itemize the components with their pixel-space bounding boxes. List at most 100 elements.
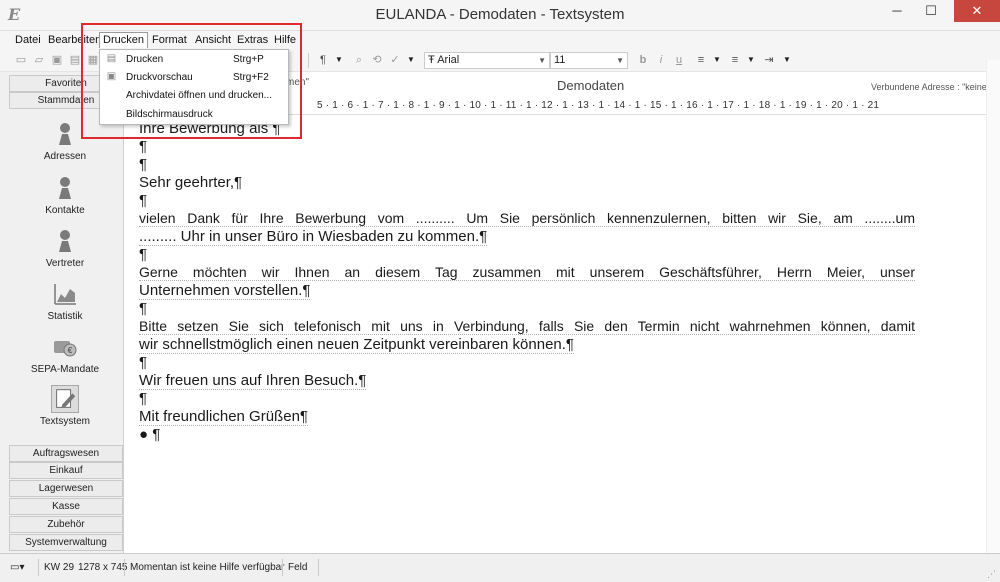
replace-icon[interactable]: ⟲ bbox=[370, 53, 384, 67]
sidebar-item-label: Adressen bbox=[43, 151, 87, 162]
chevron-down-icon[interactable]: ▼ bbox=[332, 53, 346, 67]
chevron-down-icon: ▼ bbox=[538, 56, 546, 65]
document-line: Mit freundlichen Grüßen¶ bbox=[139, 408, 308, 426]
document-line: Bitte setzen Sie sich telefonisch mit un… bbox=[139, 318, 915, 335]
sidebar-tab-systemverwaltung[interactable]: Systemverwaltung bbox=[9, 534, 123, 551]
italic-icon[interactable]: i bbox=[654, 53, 668, 67]
font-size-select[interactable]: 11 ▼ bbox=[550, 52, 628, 69]
status-bar: ▭▾ KW 29 1278 x 745 Momentan ist keine H… bbox=[0, 553, 1000, 582]
chevron-down-icon[interactable]: ▼ bbox=[404, 53, 418, 67]
menu-hilfe[interactable]: Hilfe bbox=[274, 34, 296, 46]
align-left-icon[interactable]: ≡ bbox=[694, 53, 708, 67]
menu-item-druckvorschau[interactable]: ▣ Druckvorschau Strg+F2 bbox=[100, 69, 288, 87]
pilcrow-toggle-icon[interactable]: ¶ bbox=[316, 53, 330, 67]
menu-item-archivdatei[interactable]: Archivdatei öffnen und drucken... bbox=[100, 87, 288, 105]
document-line: Wir freuen uns auf Ihren Besuch.¶ bbox=[139, 372, 367, 390]
search-icon[interactable]: ⌕ bbox=[352, 53, 366, 67]
title-bar: E EULANDA - Demodaten - Textsystem ─ ☐ ✕ bbox=[0, 0, 1000, 31]
font-family-select[interactable]: Ŧ Arial ▼ bbox=[424, 52, 550, 69]
chevron-down-icon[interactable]: ▼ bbox=[744, 53, 758, 67]
print-icon[interactable]: ▦ bbox=[86, 53, 100, 67]
pencil-icon bbox=[51, 385, 79, 413]
menu-format[interactable]: Format bbox=[152, 34, 187, 46]
sidebar-tab-auftragswesen[interactable]: Auftragswesen bbox=[9, 445, 123, 462]
document-line: ¶ bbox=[139, 138, 148, 155]
chevron-down-icon: ▼ bbox=[616, 56, 624, 65]
document-line: vielen Dank für Ihre Bewerbung vom .....… bbox=[139, 210, 915, 227]
sidebar-item-label: Vertreter bbox=[45, 258, 85, 269]
screen-resolution: 1278 x 745 bbox=[78, 562, 128, 573]
close-button[interactable]: ✕ bbox=[954, 0, 1000, 22]
sidebar-tab-einkauf[interactable]: Einkauf bbox=[9, 462, 123, 479]
sidebar-item-textsystem[interactable]: Textsystem bbox=[20, 385, 110, 427]
calendar-week: KW 29 bbox=[44, 562, 75, 573]
document-line: Gerne möchten wir Ihnen an diesem Tag zu… bbox=[139, 264, 915, 281]
sidebar-item-label: SEPA-Mandate bbox=[30, 364, 100, 375]
document-line: ......... Uhr in unser Büro in Wiesbaden… bbox=[139, 228, 488, 246]
document-line: ¶ bbox=[139, 390, 148, 407]
sidebar-item-vertreter[interactable]: Vertreter bbox=[20, 227, 110, 269]
menu-item-drucken[interactable]: ▤ Drucken Strg+P bbox=[100, 51, 288, 69]
print-preview-icon: ▣ bbox=[106, 71, 117, 82]
chevron-down-icon[interactable]: ▼ bbox=[780, 53, 794, 67]
menu-drucken[interactable]: Drucken bbox=[99, 32, 148, 48]
document-line: Unternehmen vorstellen.¶ bbox=[139, 282, 311, 300]
document-line: wir schnellstmöglich einen neuen Zeitpun… bbox=[139, 336, 574, 354]
pawn-icon bbox=[59, 230, 71, 252]
chevron-down-icon[interactable]: ▼ bbox=[710, 53, 724, 67]
toolbar-separator bbox=[308, 53, 309, 68]
document-line: ¶ bbox=[139, 192, 148, 209]
printer-icon: ▤ bbox=[106, 53, 117, 64]
sidebar-tab-lagerwesen[interactable]: Lagerwesen bbox=[9, 480, 123, 497]
sidebar-item-label: Statistik bbox=[47, 311, 83, 322]
chart-icon bbox=[54, 284, 76, 305]
field-status: Feld bbox=[288, 562, 308, 573]
menu-extras[interactable]: Extras bbox=[237, 34, 268, 46]
tab-stop-icon[interactable]: ⇥ bbox=[762, 53, 776, 67]
open-icon[interactable]: ▱ bbox=[32, 53, 46, 67]
bold-icon[interactable]: b bbox=[636, 53, 650, 67]
document-line: ¶ bbox=[139, 300, 148, 317]
vertical-scrollbar[interactable] bbox=[986, 60, 1000, 553]
font-size-value: 11 bbox=[554, 54, 566, 66]
sidebar-tab-zubehoer[interactable]: Zubehör bbox=[9, 516, 123, 533]
svg-text:€: € bbox=[68, 346, 73, 355]
navigation-sidebar: Favoriten Stammdaten Adressen Kontakte V… bbox=[0, 72, 124, 553]
new-document-icon[interactable]: ▭ bbox=[14, 53, 28, 67]
font-type-icon: Ŧ bbox=[428, 54, 435, 66]
sidebar-item-label: Textsystem bbox=[39, 416, 90, 427]
underline-icon[interactable]: u bbox=[672, 53, 686, 67]
menu-bar: Datei Bearbeiten Drucken Format Ansicht … bbox=[0, 31, 1000, 50]
menu-datei[interactable]: Datei bbox=[15, 34, 41, 46]
document-line: ¶ bbox=[139, 354, 148, 371]
sidebar-tab-kasse[interactable]: Kasse bbox=[9, 498, 123, 515]
indent-icon[interactable]: ≡ bbox=[728, 53, 742, 67]
sidebar-item-adressen[interactable]: Adressen bbox=[20, 120, 110, 162]
layout-select-icon[interactable]: ▭▾ bbox=[10, 562, 24, 573]
document-area[interactable]: Ihre Bewerbung als ¶ ¶ ¶ Sehr geehrter,¶… bbox=[124, 116, 986, 553]
linked-address: Verbundene Adresse : "keine" bbox=[871, 82, 990, 92]
document-line: ¶ bbox=[139, 156, 148, 173]
document-line: ¶ bbox=[139, 246, 148, 263]
resize-grip-icon[interactable]: ⋰ bbox=[987, 569, 997, 579]
save-icon[interactable]: ▣ bbox=[50, 53, 64, 67]
menu-item-bildschirmausdruck[interactable]: Bildschirmausdruck bbox=[100, 106, 288, 124]
save-all-icon[interactable]: ▤ bbox=[68, 53, 82, 67]
window-title: EULANDA - Demodaten - Textsystem bbox=[375, 6, 625, 23]
document-line: ● ¶ bbox=[139, 426, 161, 443]
sidebar-item-sepa-mandate[interactable]: € SEPA-Mandate bbox=[20, 333, 110, 375]
menu-bearbeiten[interactable]: Bearbeiten bbox=[48, 34, 101, 46]
minimize-button[interactable]: ─ bbox=[880, 0, 914, 22]
sidebar-item-statistik[interactable]: Statistik bbox=[20, 280, 110, 322]
sidebar-item-label: Kontakte bbox=[45, 205, 85, 216]
maximize-button[interactable]: ☐ bbox=[914, 0, 948, 22]
document-title: Demodaten bbox=[557, 78, 625, 93]
menu-ansicht[interactable]: Ansicht bbox=[195, 34, 231, 46]
pawn-icon bbox=[59, 177, 71, 199]
spellcheck-icon[interactable]: ✓ bbox=[388, 53, 402, 67]
help-status: Momentan ist keine Hilfe verfügbar bbox=[130, 562, 285, 573]
sidebar-item-kontakte[interactable]: Kontakte bbox=[20, 174, 110, 216]
pawn-icon bbox=[59, 123, 71, 145]
drucken-menu: ▤ Drucken Strg+P ▣ Druckvorschau Strg+F2… bbox=[99, 49, 289, 125]
sepa-icon: € bbox=[54, 341, 77, 357]
